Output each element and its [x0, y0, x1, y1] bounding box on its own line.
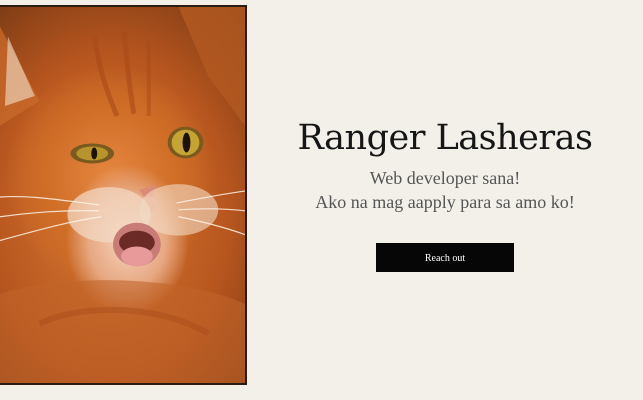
hero-section: Ranger Lasheras Web developer sana! Ako …	[247, 118, 643, 272]
cat-illustration	[0, 7, 245, 383]
profile-tagline: Web developer sana! Ako na mag aapply pa…	[247, 166, 643, 214]
cat-photo	[0, 5, 247, 385]
profile-name: Ranger Lasheras	[297, 118, 593, 158]
tagline-line-2: Ako na mag aapply para sa amo ko!	[315, 192, 575, 212]
reach-out-button[interactable]: Reach out	[376, 243, 514, 272]
tagline-line-1: Web developer sana!	[369, 168, 521, 188]
